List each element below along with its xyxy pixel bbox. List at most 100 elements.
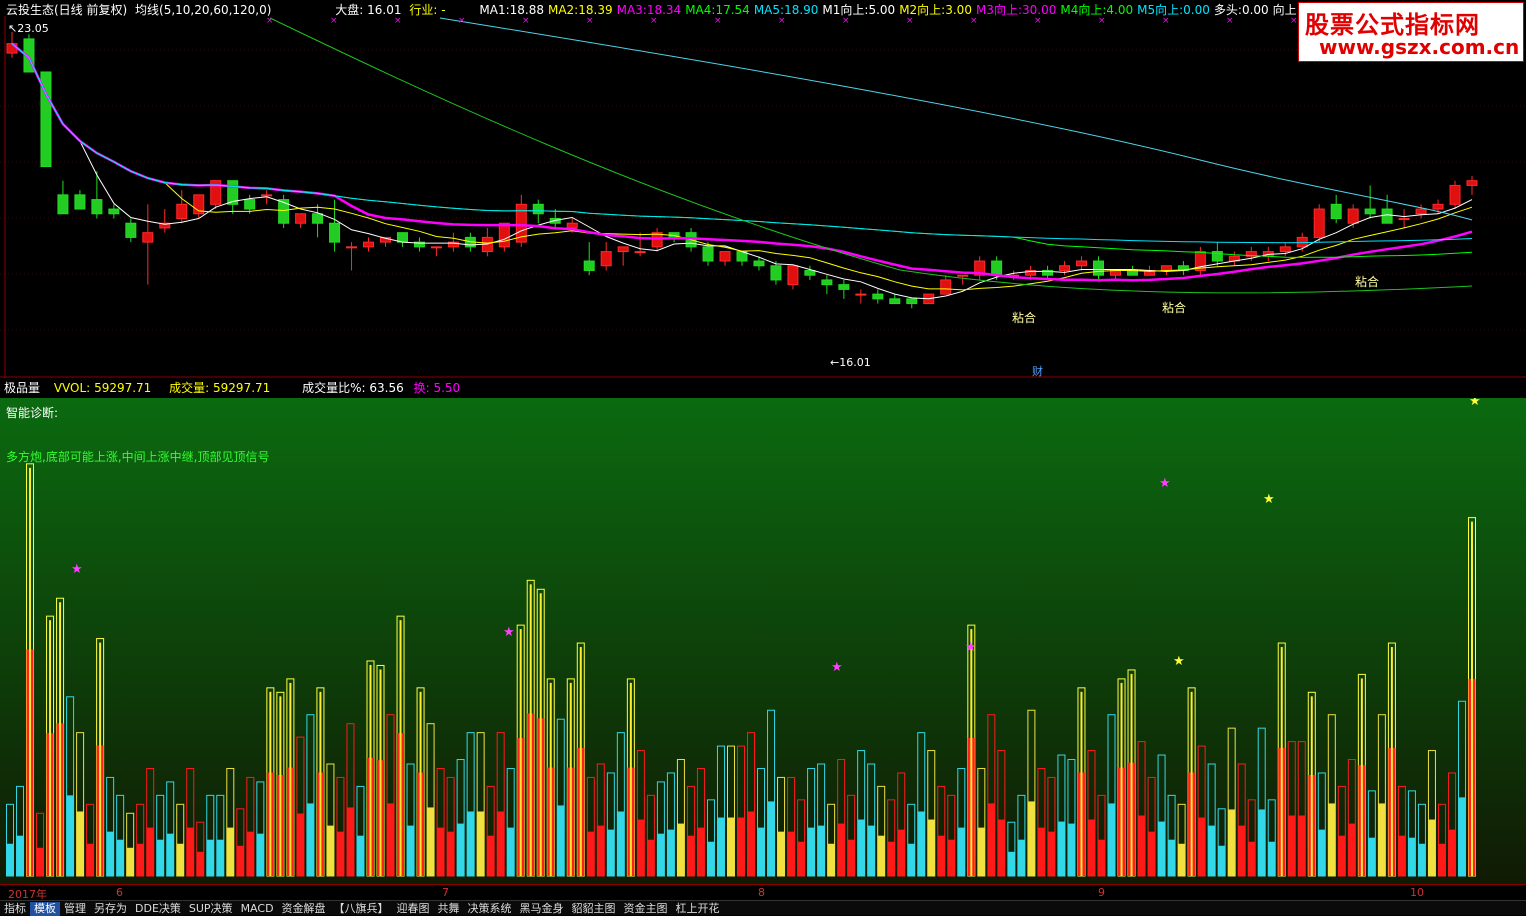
volume-bar bbox=[136, 843, 144, 876]
volume-bar bbox=[236, 845, 244, 876]
volume-bar bbox=[757, 827, 765, 876]
candle-body bbox=[1415, 208, 1427, 215]
candle-body bbox=[312, 213, 324, 224]
volume-bar-core bbox=[529, 584, 532, 876]
volume-bar bbox=[447, 831, 455, 876]
volume-bar-core bbox=[279, 696, 282, 876]
candle-body bbox=[753, 260, 765, 267]
volume-bar bbox=[1268, 841, 1276, 876]
candle-body bbox=[498, 222, 510, 248]
market-label: 大盘: bbox=[335, 3, 364, 17]
volume-bar bbox=[1338, 835, 1346, 876]
volume-bar bbox=[467, 811, 475, 876]
volume-bar-core bbox=[629, 682, 632, 876]
volume-bar bbox=[937, 835, 945, 876]
ma-item-value: 18.39 bbox=[578, 3, 613, 17]
volume-chart: ★ ★ ★ ★ ★ ★ ★ ★ bbox=[0, 398, 1526, 884]
candle-body bbox=[142, 232, 154, 243]
volume-bar bbox=[637, 819, 645, 876]
volume-bar bbox=[887, 841, 895, 876]
candle-body bbox=[1381, 208, 1393, 224]
volume-bar bbox=[507, 827, 515, 876]
diagnosis-title: 智能诊断: bbox=[6, 406, 59, 420]
volume-bar bbox=[487, 835, 495, 876]
volume-bar bbox=[256, 833, 264, 876]
volume-bar bbox=[356, 835, 364, 876]
volume-bar bbox=[847, 839, 855, 876]
volume-bar bbox=[1027, 801, 1035, 876]
ma-item-value: 18.34 bbox=[646, 3, 682, 17]
volume-bar-core bbox=[29, 467, 32, 876]
ma-item: MA5: bbox=[753, 3, 785, 17]
time-axis-label: 6 bbox=[116, 886, 123, 899]
logo-url: www.gszx.com.cn bbox=[1319, 35, 1520, 59]
volume-bar bbox=[246, 831, 254, 876]
volume-bar bbox=[1298, 815, 1306, 876]
volume-bar bbox=[1037, 827, 1045, 876]
ratio-value: 63.56 bbox=[369, 381, 404, 395]
chart-header: 云投生态(日线 前复权) 均线(5,10,20,60,120,0) 大盘: 16… bbox=[6, 2, 1335, 18]
volume-bar bbox=[437, 827, 445, 876]
volume-bar-core bbox=[289, 682, 292, 876]
volume-bar bbox=[817, 825, 825, 876]
candle-body bbox=[906, 298, 918, 305]
volume-bar bbox=[186, 827, 194, 876]
volume-bar bbox=[1228, 809, 1236, 876]
volume-bar-core bbox=[99, 642, 102, 876]
volume-bar bbox=[427, 807, 435, 876]
ma-item-value: 18.88 bbox=[509, 3, 544, 17]
volume-bar bbox=[407, 825, 415, 876]
volume-bar-core bbox=[1360, 678, 1363, 876]
volume-bar-core bbox=[579, 647, 582, 876]
low-price-label: ←16.01 bbox=[830, 356, 871, 369]
candle-body bbox=[583, 260, 595, 271]
time-axis-label: 9 bbox=[1098, 886, 1105, 899]
tag-label-2: 粘合 bbox=[1162, 300, 1186, 315]
candle-body bbox=[1160, 265, 1172, 271]
candle-body bbox=[1364, 208, 1376, 215]
volume-bar bbox=[116, 839, 124, 876]
volume-bar bbox=[76, 811, 84, 876]
candle-body bbox=[329, 222, 341, 243]
volume-bar bbox=[957, 827, 965, 876]
volume-bar bbox=[1368, 837, 1376, 876]
bottom-tab-bar: 指标 模板 管理 另存为 DDE决策 SUP决策 MACD 资金解盘 【八旗兵】 迎春图 共舞 决策系… bbox=[0, 900, 1526, 916]
volume-bar bbox=[36, 847, 44, 876]
volume-bar bbox=[587, 831, 595, 876]
volume-bar bbox=[66, 795, 74, 876]
volume-bar bbox=[1047, 831, 1055, 876]
vol-value: 59297.71 bbox=[213, 381, 271, 395]
volume-bar-core bbox=[269, 691, 272, 876]
volume-bar bbox=[226, 827, 234, 876]
volume-bar bbox=[457, 823, 465, 876]
candle-body bbox=[1449, 184, 1461, 205]
volume-bar bbox=[607, 829, 615, 876]
market-value: 16.01 bbox=[367, 3, 402, 17]
ma-item-value: 0.00 bbox=[1241, 3, 1269, 17]
ma-item: M2向上: bbox=[899, 3, 946, 17]
volume-bar bbox=[1458, 797, 1466, 876]
candle-body bbox=[261, 194, 273, 197]
candle-body bbox=[600, 251, 612, 267]
site-logo: 股票公式指标网 www.gszx.com.cn bbox=[1298, 2, 1524, 62]
candle-body bbox=[566, 222, 578, 229]
volume-bar bbox=[907, 843, 915, 876]
volume-bar bbox=[126, 847, 134, 876]
candle-body bbox=[532, 203, 544, 215]
volume-bar-core bbox=[549, 682, 552, 876]
volume-bar bbox=[897, 829, 905, 876]
volume-bar-core bbox=[399, 620, 402, 876]
ma-item-value: 3.00 bbox=[945, 3, 972, 17]
volume-bar bbox=[787, 831, 795, 876]
candle-body bbox=[430, 246, 442, 249]
volume-bar bbox=[657, 833, 665, 876]
candle-body bbox=[804, 269, 816, 276]
volume-bar bbox=[1318, 829, 1326, 876]
star-icon: ★ bbox=[1159, 476, 1171, 491]
volume-bar-core bbox=[1390, 647, 1393, 876]
volume-bar bbox=[927, 819, 935, 876]
volume-header: 极品量 VVOL: 59297.71 成交量: 59297.71 成交量比%: … bbox=[4, 380, 460, 396]
industry-value: - bbox=[441, 3, 446, 17]
ma-item: MA3: bbox=[616, 3, 647, 17]
candle-body bbox=[991, 260, 1003, 276]
